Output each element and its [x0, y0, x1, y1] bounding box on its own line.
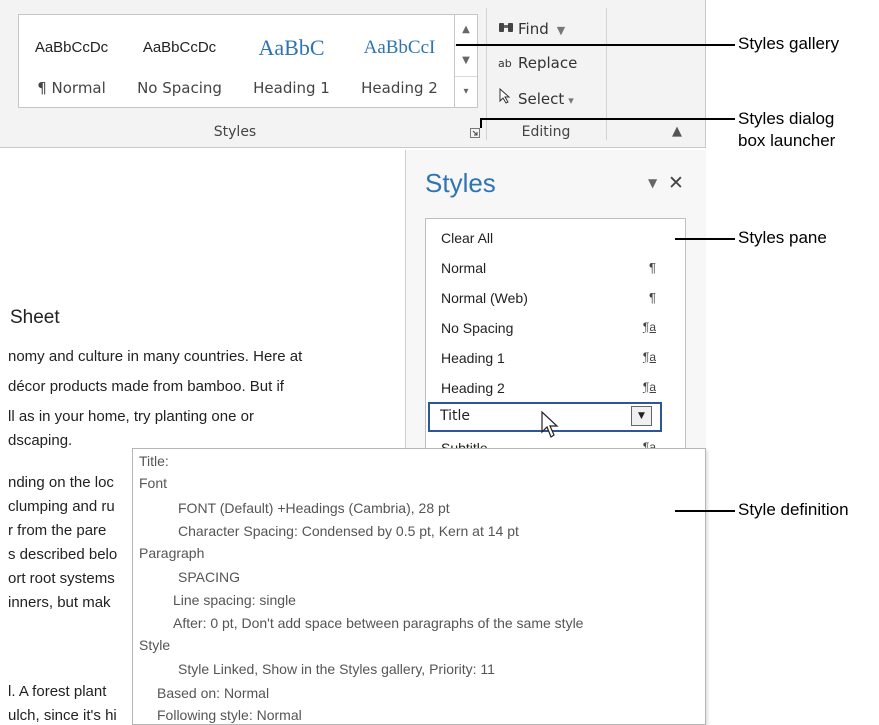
- linked-style-icon: ¶a: [642, 320, 656, 334]
- style-label: Heading 1: [253, 79, 330, 97]
- mouse-pointer-icon: [540, 410, 562, 444]
- callout-launcher: Styles dialog box launcher: [738, 109, 836, 150]
- style-label: ¶ Normal: [37, 79, 106, 97]
- callout-line: [456, 44, 735, 46]
- linked-style-icon: ¶a: [642, 350, 656, 364]
- select-label: Select: [518, 90, 565, 108]
- style-item-heading-2[interactable]: Heading 2 ¶a: [441, 376, 671, 402]
- find-button[interactable]: Find ▼: [498, 20, 565, 44]
- callout-line: [675, 510, 735, 512]
- document-line: ll as in your home, try planting one or: [8, 408, 254, 425]
- document-line: nding on the loc: [8, 474, 114, 491]
- tooltip-line: Style Linked, Show in the Styles gallery…: [178, 661, 495, 677]
- tooltip-line: Title:: [139, 453, 169, 469]
- tooltip-line: FONT (Default) +Headings (Cambria), 28 p…: [178, 500, 450, 516]
- tooltip-line: SPACING: [178, 569, 240, 585]
- document-line: inners, but mak: [8, 594, 111, 611]
- document-line: l. A forest plant: [8, 683, 107, 700]
- gallery-style-no-spacing[interactable]: AaBbCcDc No Spacing: [127, 15, 232, 107]
- style-item-label: Normal (Web): [441, 290, 528, 306]
- styles-group-label: Styles: [213, 124, 257, 140]
- replace-button[interactable]: ab Replace: [498, 54, 577, 78]
- document-line: nomy and culture in many countries. Here…: [8, 348, 303, 365]
- style-item-normal[interactable]: Normal ¶: [441, 256, 671, 282]
- document-line: clumping and ru: [8, 498, 115, 515]
- paragraph-mark-icon: ¶: [649, 290, 656, 305]
- callout-line: [480, 118, 735, 120]
- linked-style-icon: ¶a: [642, 380, 656, 394]
- pane-options-icon[interactable]: ▼: [648, 176, 657, 190]
- gallery-more-icon[interactable]: ▾: [455, 77, 477, 107]
- style-item-label: Title: [440, 408, 471, 424]
- close-icon[interactable]: ✕: [668, 172, 684, 194]
- styles-gallery[interactable]: AaBbCcDc ¶ Normal AaBbCcDc No Spacing Aa…: [18, 14, 456, 108]
- callout-styles-gallery: Styles gallery: [738, 34, 840, 53]
- style-sample: AaBbC: [258, 35, 325, 60]
- group-divider: [486, 8, 487, 140]
- document-line: r from the pare: [8, 522, 107, 539]
- style-item-label: Normal: [441, 260, 487, 276]
- group-divider: [606, 8, 607, 140]
- callout-line: [675, 238, 735, 240]
- cursor-select-icon: [498, 87, 518, 108]
- editing-group-label: Editing: [521, 124, 571, 140]
- replace-icon: ab: [498, 57, 512, 70]
- chevron-down-icon: ▾: [568, 94, 574, 107]
- scroll-up-icon[interactable]: ▲: [455, 15, 477, 46]
- scroll-down-icon[interactable]: ▼: [455, 46, 477, 77]
- document-line: décor products made from bamboo. But if: [8, 378, 284, 395]
- document-line: ulch, since it's hi: [8, 707, 117, 724]
- document-line: s described belo: [8, 546, 118, 563]
- pane-title: Styles: [425, 168, 496, 198]
- style-definition-tooltip: Title: Font FONT (Default) +Headings (Ca…: [132, 448, 706, 725]
- gallery-scrollbar[interactable]: ▲ ▼ ▾: [454, 14, 478, 108]
- style-item-normal-web[interactable]: Normal (Web) ¶: [441, 286, 671, 312]
- gallery-style-heading-2[interactable]: AaBbCcI Heading 2: [347, 15, 452, 107]
- tooltip-line: Based on: Normal: [157, 685, 270, 701]
- style-item-label: Heading 2: [441, 380, 505, 396]
- dialog-launcher-icon[interactable]: [470, 128, 480, 138]
- style-label: Heading 2: [361, 79, 438, 97]
- find-label: Find: [518, 20, 549, 38]
- style-label: No Spacing: [137, 79, 222, 97]
- document-line: dscaping.: [8, 432, 73, 449]
- style-sample: AaBbCcI: [363, 37, 436, 58]
- style-item-clear-all[interactable]: Clear All: [441, 226, 671, 252]
- callout-style-definition: Style definition: [738, 500, 849, 519]
- tooltip-line: Paragraph: [139, 545, 205, 561]
- replace-label: Replace: [518, 54, 578, 72]
- style-item-label: Heading 1: [441, 350, 505, 366]
- tooltip-line: Style: [139, 637, 171, 653]
- select-button[interactable]: Select ▾: [498, 87, 574, 112]
- chevron-down-icon: ▼: [556, 24, 566, 37]
- style-sample: AaBbCcDc: [142, 39, 217, 56]
- document-heading: Sheet: [10, 307, 60, 328]
- style-item-label: Clear All: [441, 230, 494, 246]
- tooltip-line: Line spacing: single: [173, 592, 296, 608]
- paragraph-mark-icon: ¶: [649, 260, 656, 275]
- collapse-ribbon-icon[interactable]: ▲: [672, 124, 682, 139]
- tooltip-line: Font: [139, 475, 168, 491]
- style-item-label: No Spacing: [441, 320, 514, 336]
- callout-styles-pane: Styles pane: [738, 228, 827, 247]
- style-item-heading-1[interactable]: Heading 1 ¶a: [441, 346, 671, 372]
- callout-line: [480, 118, 482, 128]
- gallery-style-normal[interactable]: AaBbCcDc ¶ Normal: [19, 15, 124, 107]
- style-sample: AaBbCcDc: [34, 39, 109, 56]
- tooltip-line: After: 0 pt, Don't add space between par…: [173, 615, 584, 631]
- document-line: ort root systems: [8, 570, 115, 587]
- style-item-no-spacing[interactable]: No Spacing ¶a: [441, 316, 671, 342]
- binoculars-icon: [498, 20, 518, 38]
- style-dropdown-icon[interactable]: ▼: [631, 406, 652, 426]
- tooltip-line: Following style: Normal: [157, 707, 302, 723]
- tooltip-line: Character Spacing: Condensed by 0.5 pt, …: [178, 523, 519, 539]
- gallery-style-heading-1[interactable]: AaBbC Heading 1: [239, 15, 344, 107]
